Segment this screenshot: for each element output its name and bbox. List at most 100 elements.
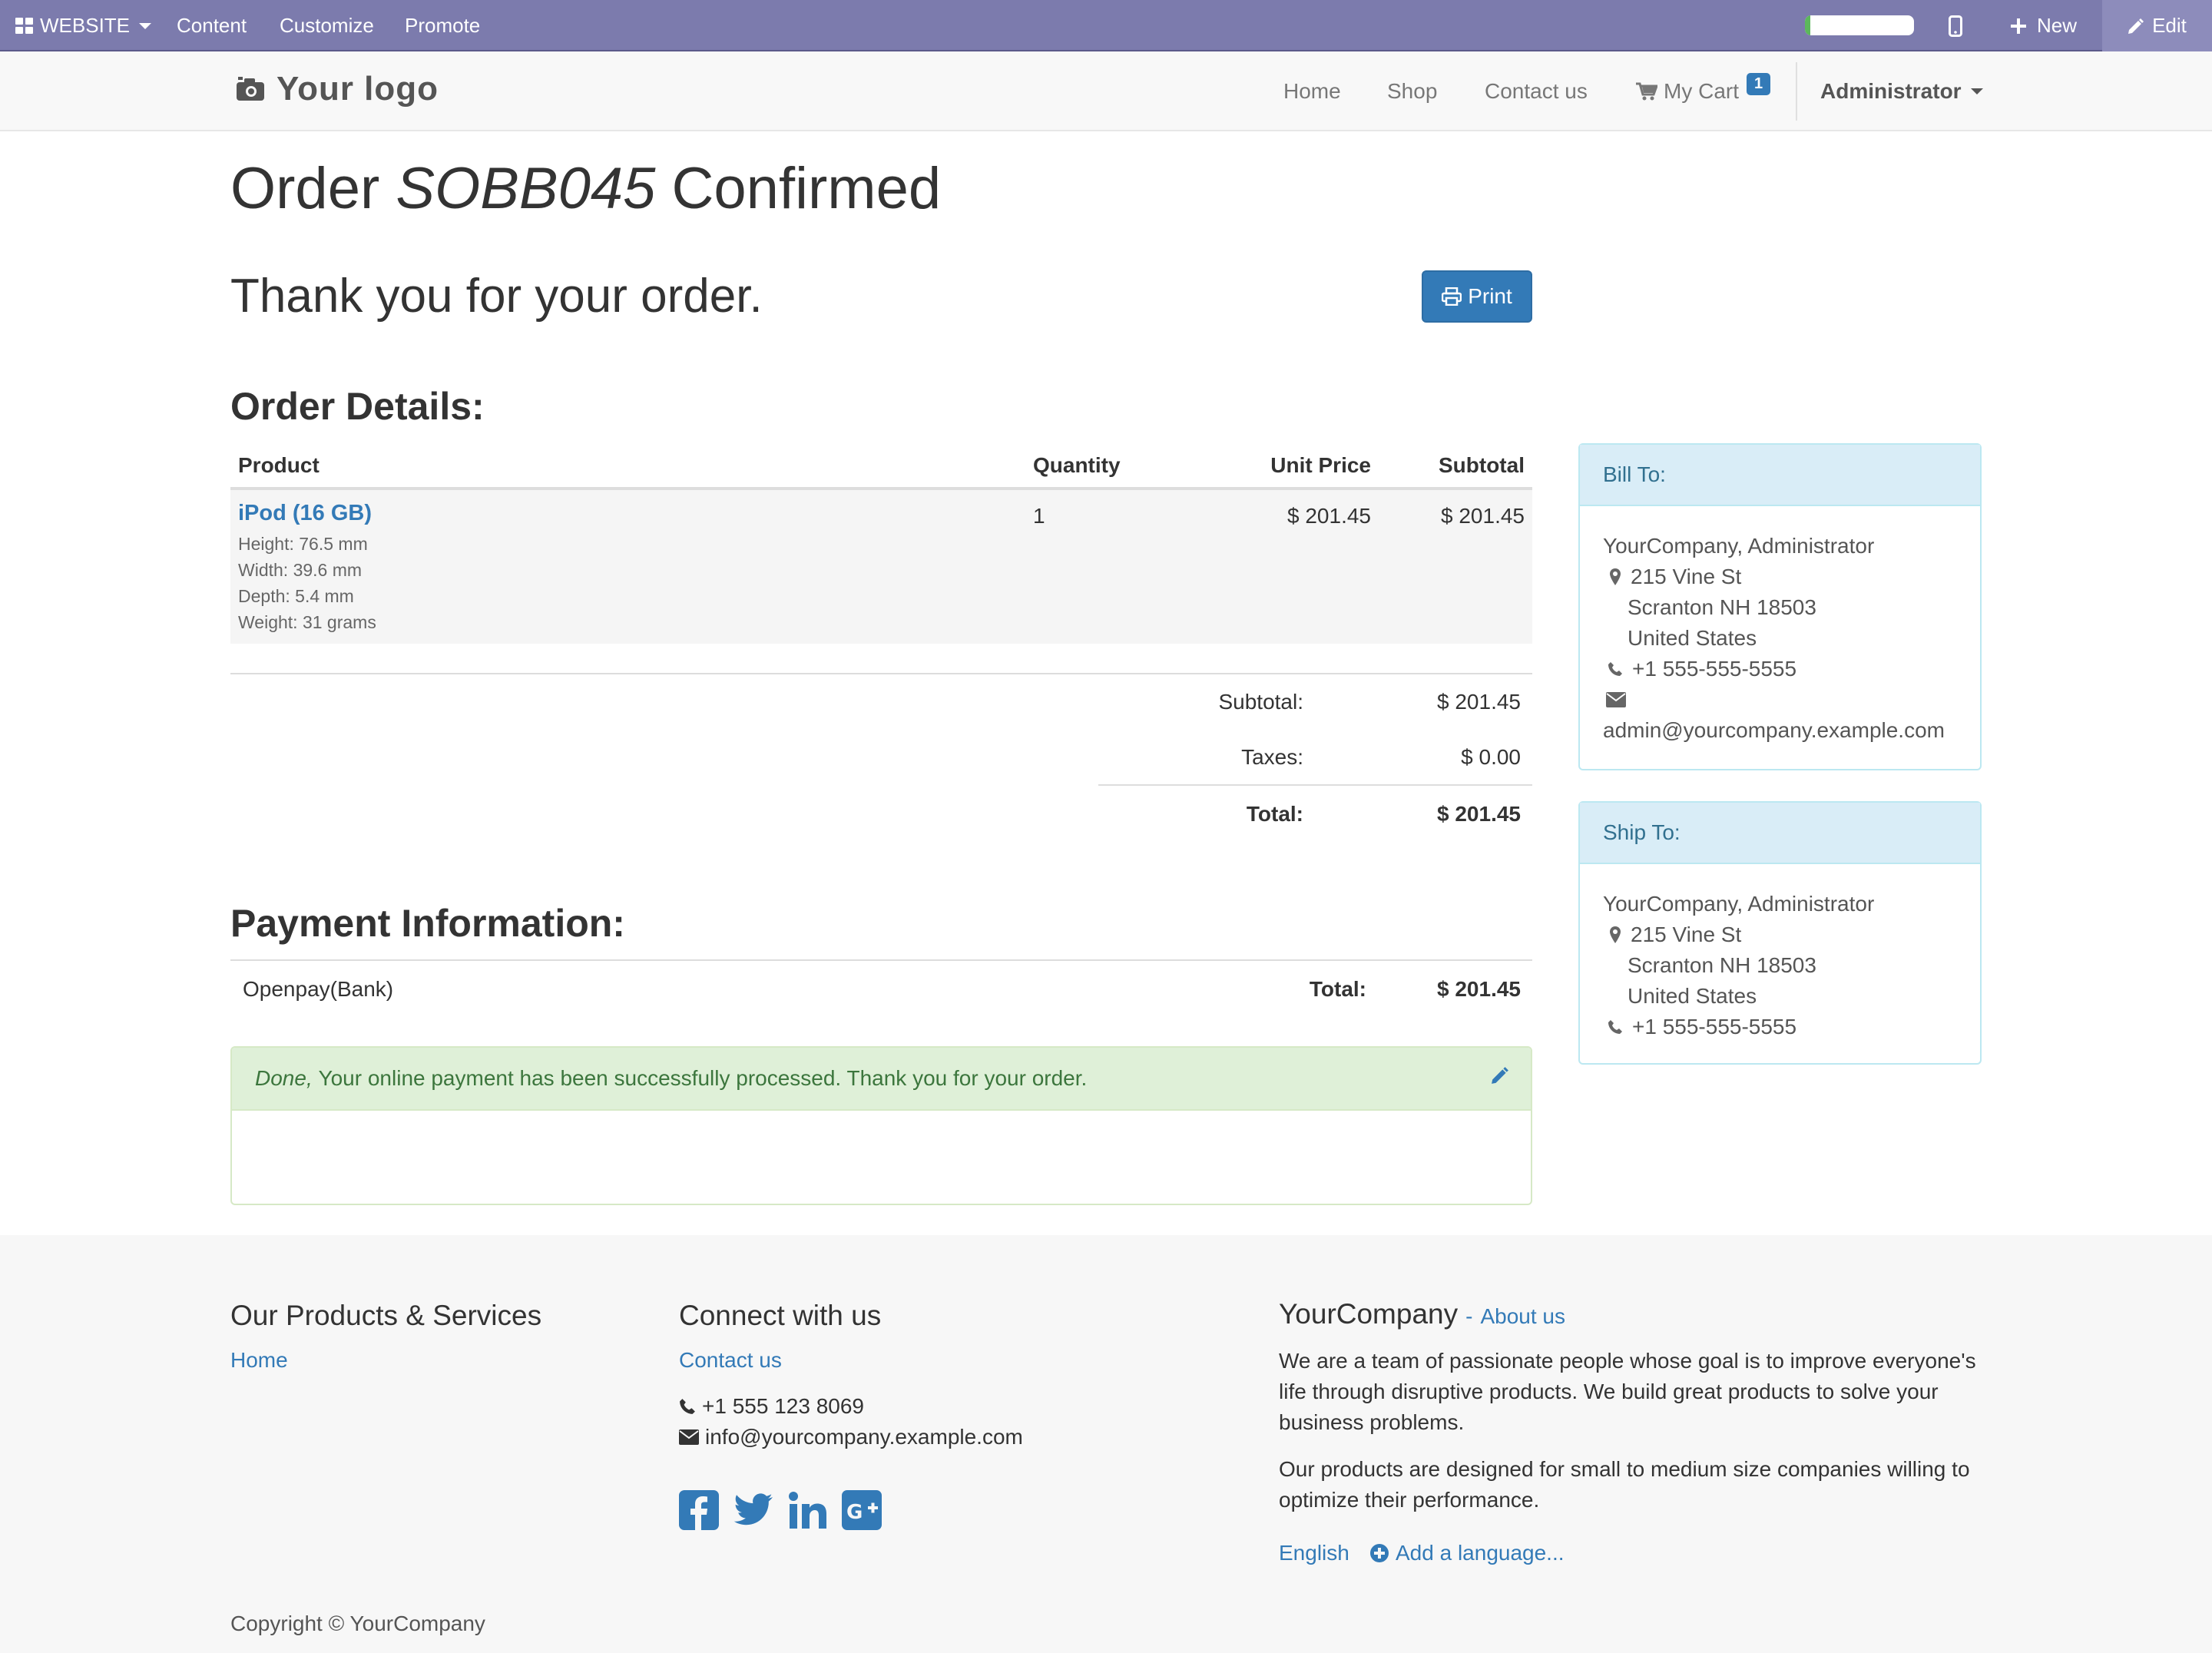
about-paragraph-1: We are a team of passionate people whose…: [1279, 1349, 1976, 1434]
footer-company-heading: YourCompany - About us: [1279, 1298, 1565, 1330]
site-logo[interactable]: Your logo: [235, 70, 439, 108]
summary-total-value: $ 201.45: [1437, 802, 1521, 826]
facebook-icon[interactable]: [679, 1490, 719, 1530]
website-menu[interactable]: WEBSITE: [15, 0, 152, 51]
bill-to-name: YourCompany, Administrator: [1603, 534, 1875, 558]
payment-total-label: Total:: [1309, 977, 1366, 1001]
product-attribute: Height: 76.5 mm: [238, 534, 368, 554]
bill-to-phone: +1 555-555-5555: [1632, 657, 1797, 681]
promote-menu-label: Promote: [405, 14, 481, 37]
cart-count-badge: 1: [1747, 72, 1771, 95]
edit-button[interactable]: Edit: [2102, 0, 2212, 51]
new-button[interactable]: New: [2011, 0, 2077, 51]
order-lines-table: Product Quantity Unit Price Subtotal iPo…: [230, 447, 1532, 644]
footer-email-text: info@yourcompany.example.com: [705, 1425, 1023, 1449]
print-button-label: Print: [1468, 284, 1512, 308]
line-subtotal: $ 201.45: [1441, 504, 1525, 528]
website-menu-label: WEBSITE: [40, 14, 131, 37]
progress-fill: [1805, 15, 1811, 35]
add-language-link[interactable]: Add a language...: [1369, 1541, 1565, 1565]
footer-home-link[interactable]: Home: [230, 1348, 288, 1373]
payment-status-message: Done, Your online payment has been succe…: [232, 1048, 1531, 1111]
status-text: Your online payment has been successfull…: [318, 1066, 1088, 1090]
payment-status-panel: Done, Your online payment has been succe…: [230, 1046, 1532, 1205]
summary-total-label: Total:: [1246, 802, 1303, 826]
phone-icon: [679, 1398, 696, 1415]
column-header-product: Product: [238, 453, 320, 477]
summary-taxes-value: $ 0.00: [1461, 745, 1521, 769]
pencil-icon: [2128, 18, 2144, 35]
map-marker-icon: [1609, 568, 1621, 586]
product-link[interactable]: iPod (16 GB): [238, 501, 372, 525]
about-paragraph-2: Our products are designed for small to m…: [1279, 1457, 1970, 1512]
content-menu-label: Content: [177, 14, 247, 37]
social-links: G: [679, 1490, 882, 1530]
bill-to-street: 215 Vine St: [1631, 565, 1742, 588]
pencil-icon[interactable]: [1491, 1066, 1509, 1085]
content-menu[interactable]: Content: [177, 0, 247, 51]
main-navbar: Your logo Home Shop Contact us My Cart 1…: [0, 51, 2212, 131]
new-button-label: New: [2037, 14, 2078, 37]
footer-phone-text: +1 555 123 8069: [702, 1394, 864, 1418]
ship-to-panel: Ship To: YourCompany, Administrator 215 …: [1578, 801, 1982, 1065]
twitter-icon[interactable]: [733, 1490, 774, 1530]
add-language-label: Add a language...: [1396, 1541, 1565, 1565]
language-english-link[interactable]: English: [1279, 1541, 1349, 1565]
envelope-icon: [1606, 692, 1626, 707]
table-header: Product Quantity Unit Price Subtotal: [230, 447, 1532, 490]
printer-icon: [1442, 287, 1462, 306]
mobile-preview-button[interactable]: [1949, 0, 1962, 51]
envelope-icon: [679, 1429, 699, 1445]
apps-grid-icon: [15, 17, 34, 35]
product-attribute: Width: 39.6 mm: [238, 560, 363, 580]
thank-you-heading: Thank you for your order.: [230, 270, 763, 323]
my-cart-label: My Cart: [1664, 79, 1739, 103]
divider: [1098, 784, 1532, 786]
divider: [230, 959, 1532, 961]
plus-circle-icon: [1369, 1543, 1389, 1563]
product-attribute: Weight: 31 grams: [238, 612, 376, 632]
order-details-heading: Order Details:: [230, 385, 485, 428]
footer-connect-heading: Connect with us: [679, 1300, 882, 1331]
customize-menu-label: Customize: [280, 14, 374, 37]
footer: [0, 1235, 2212, 1653]
copyright: Copyright © YourCompany: [230, 1612, 485, 1635]
plus-icon: [2011, 18, 2026, 34]
divider: [230, 673, 1532, 674]
payment-method: Openpay(Bank): [243, 977, 394, 1001]
status-emphasis: Done,: [255, 1066, 313, 1090]
map-marker-icon: [1609, 926, 1621, 944]
nav-divider: [1796, 62, 1797, 121]
ship-to-city: Scranton NH 18503: [1628, 953, 1816, 977]
line-unit-price: $ 201.45: [1287, 504, 1371, 528]
payment-information-heading: Payment Information:: [230, 902, 625, 945]
linkedin-icon[interactable]: [788, 1490, 828, 1530]
ship-to-street: 215 Vine St: [1631, 923, 1742, 946]
footer-contact-link[interactable]: Contact us: [679, 1348, 782, 1373]
page-title-prefix: Order: [230, 156, 380, 221]
about-us-link[interactable]: About us: [1480, 1304, 1565, 1329]
line-quantity: 1: [1033, 504, 1045, 528]
company-name: YourCompany: [1279, 1298, 1459, 1330]
page-title: Order SOBB045 Confirmed: [230, 155, 941, 222]
footer-email: info@yourcompany.example.com: [679, 1425, 1023, 1449]
ship-to-heading: Ship To:: [1580, 803, 1980, 864]
chevron-down-icon: [139, 22, 152, 29]
print-button[interactable]: Print: [1422, 270, 1532, 323]
chevron-down-icon: [1970, 88, 1983, 94]
bill-to-panel: Bill To: YourCompany, Administrator 215 …: [1578, 443, 1982, 770]
nav-home[interactable]: Home: [1283, 51, 1341, 131]
promote-menu[interactable]: Promote: [405, 0, 480, 51]
product-attribute: Depth: 5.4 mm: [238, 586, 354, 606]
bill-to-country: United States: [1628, 626, 1757, 650]
nav-my-cart[interactable]: My Cart 1: [1636, 51, 1771, 131]
nav-contact-us[interactable]: Contact us: [1485, 51, 1588, 131]
nav-shop[interactable]: Shop: [1387, 51, 1437, 131]
bill-to-heading: Bill To:: [1580, 445, 1980, 506]
user-menu[interactable]: Administrator: [1820, 51, 1983, 131]
customize-menu[interactable]: Customize: [280, 0, 374, 51]
bill-to-email: admin@yourcompany.example.com: [1603, 718, 1945, 742]
payment-total-value: $ 201.45: [1437, 977, 1521, 1001]
google-plus-icon[interactable]: G: [842, 1490, 882, 1530]
column-header-quantity: Quantity: [1033, 453, 1121, 477]
